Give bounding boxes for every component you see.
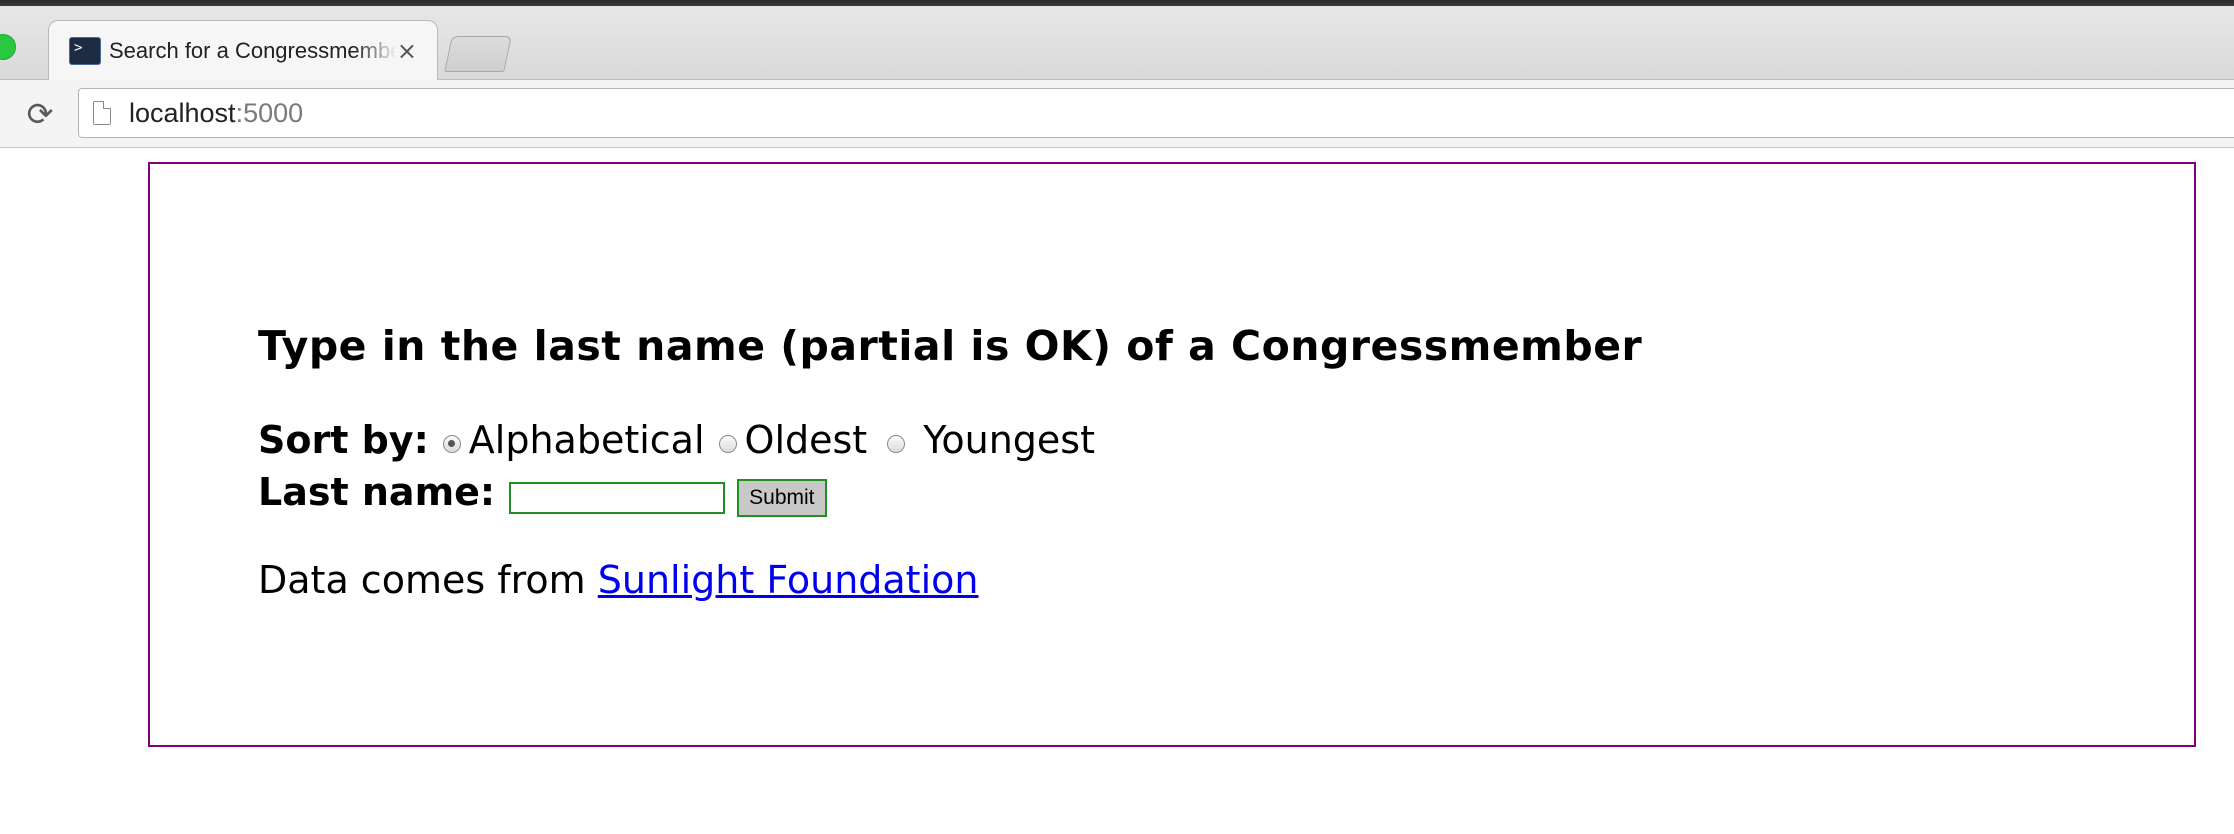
page-frame: Type in the last name (partial is OK) of…: [148, 162, 2196, 747]
tab-title: Search for a Congressmember: [109, 38, 397, 63]
new-tab-button[interactable]: [444, 36, 512, 72]
source-prefix: Data comes from: [258, 558, 586, 602]
radio-alphabetical[interactable]: [442, 435, 461, 453]
sort-label: Sort by:: [258, 418, 429, 462]
page-icon: [93, 101, 111, 125]
page-heading: Type in the last name (partial is OK) of…: [258, 322, 1643, 370]
url-port: :5000: [235, 98, 304, 128]
sunlight-foundation-link[interactable]: Sunlight Foundation: [598, 558, 979, 602]
option-youngest-label: Youngest: [923, 418, 1095, 462]
address-bar[interactable]: localhost:5000: [78, 88, 2234, 138]
browser-tab[interactable]: Search for a Congressmember ×: [48, 20, 438, 82]
data-source-line: Data comes from Sunlight Foundation: [258, 558, 978, 602]
last-name-input[interactable]: [509, 482, 726, 514]
reload-icon[interactable]: ⟳: [24, 98, 56, 130]
last-name-label: Last name:: [258, 470, 496, 514]
browser-toolbar: ⟳ localhost:5000: [0, 80, 2234, 148]
terminal-favicon-icon: [69, 37, 101, 65]
option-oldest-label: Oldest: [744, 418, 868, 462]
tab-close-icon[interactable]: ×: [397, 37, 417, 65]
last-name-row: Last name: Submit: [258, 470, 827, 517]
tab-bar: Search for a Congressmember ×: [0, 6, 2234, 82]
radio-oldest[interactable]: [718, 435, 737, 453]
option-alphabetical-label: Alphabetical: [468, 418, 705, 462]
url-host: localhost: [129, 98, 236, 128]
radio-youngest[interactable]: [887, 435, 906, 453]
window-maximize-button[interactable]: [0, 34, 16, 60]
submit-button[interactable]: Submit: [737, 479, 827, 517]
url-text[interactable]: localhost:5000: [129, 98, 303, 128]
sort-options-row: Sort by: Alphabetical Oldest Youngest: [258, 418, 1095, 462]
